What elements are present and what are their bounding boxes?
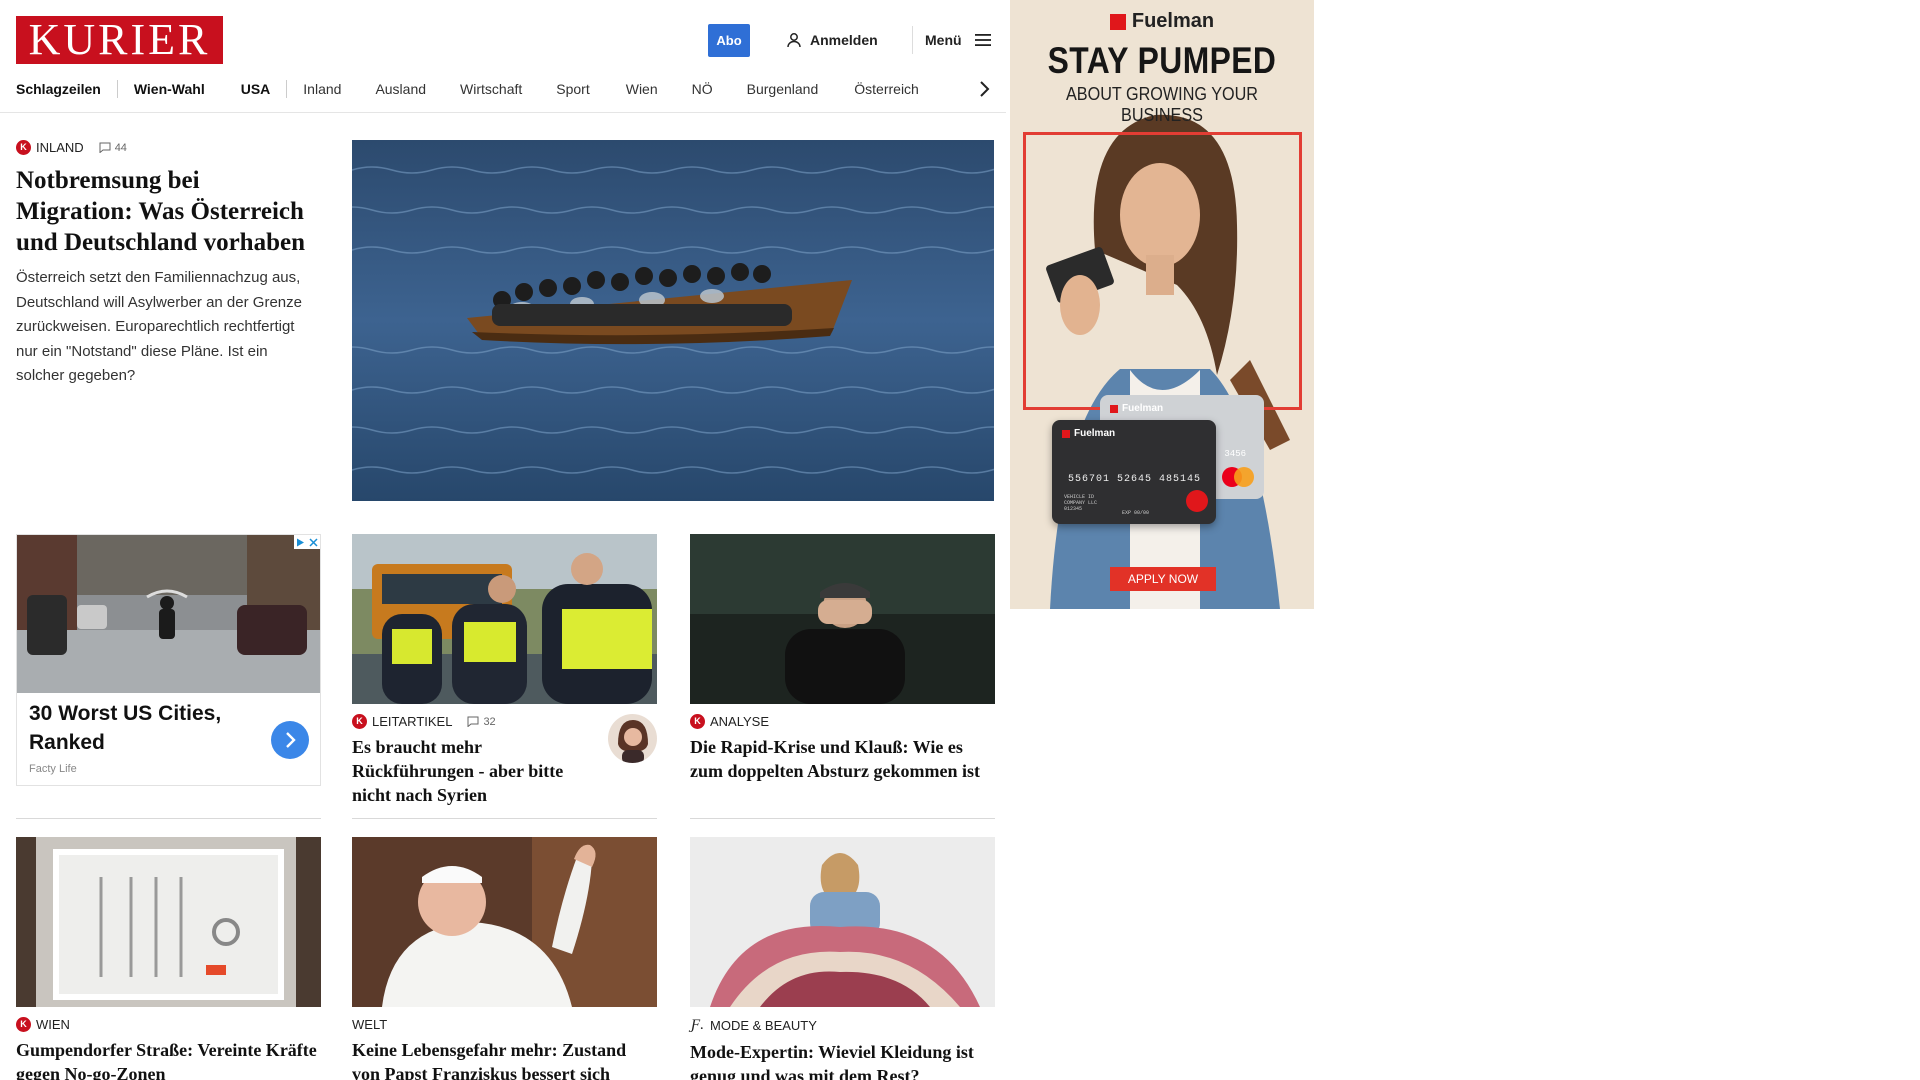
hero-category-row: K INLAND 44 [16, 140, 316, 155]
fuelman-logo-icon [1110, 404, 1118, 413]
ad-headline: STAY PUMPED [1047, 40, 1277, 81]
article-category-row: K WIEN [16, 1017, 321, 1032]
comment-count[interactable]: 44 [99, 142, 127, 154]
nav-item-schlagzeilen[interactable]: Schlagzeilen [16, 81, 101, 97]
nav-scroll-right-icon[interactable] [974, 78, 994, 100]
menu-label: Menü [925, 32, 962, 48]
article-image-football-coach[interactable] [690, 534, 995, 704]
hamburger-icon [974, 34, 991, 46]
fuel-pump-icon [1186, 490, 1208, 512]
nav-divider [116, 80, 118, 98]
ad-brand: Fuelman [1010, 10, 1314, 33]
article-category-row: WELT [352, 1017, 657, 1032]
user-icon [787, 33, 801, 48]
card-line-3: 012345 [1064, 506, 1083, 512]
nav-divider-line [0, 112, 1006, 113]
article-title[interactable]: Mode-Expertin: Wieviel Kleidung ist genu… [690, 1040, 995, 1080]
comment-count-value: 32 [483, 715, 496, 728]
ad-subline: ABOUT GROWING YOUR BUSINESS [1065, 84, 1259, 125]
login-button[interactable]: Anmelden [786, 30, 878, 50]
adchoices-icon[interactable] [296, 538, 305, 547]
nav-item-noe[interactable]: NÖ [692, 81, 713, 97]
article-category[interactable]: MODE & BEAUTY [710, 1018, 817, 1033]
header-divider [912, 26, 913, 54]
fuelman-logo-icon [1109, 13, 1126, 30]
kurier-k-icon: K [16, 140, 31, 155]
card-divider [690, 818, 995, 819]
hero-category[interactable]: INLAND [36, 140, 84, 155]
comment-count[interactable]: 32 [467, 715, 496, 728]
nav-item-inland[interactable]: Inland [303, 81, 341, 97]
card-brand: Fuelman [1074, 428, 1116, 439]
card-number: 556701 52645 485145 [1068, 474, 1202, 485]
ad-brand-name: Fuelman [1131, 10, 1215, 32]
article-category-row: K ANALYSE [690, 714, 995, 729]
author-avatar[interactable] [608, 714, 657, 763]
article-category[interactable]: WELT [352, 1017, 387, 1032]
comment-count-value: 44 [114, 141, 127, 154]
card-divider [16, 818, 321, 819]
article-image-police-border[interactable] [352, 534, 657, 704]
article-category[interactable]: WIEN [36, 1017, 70, 1032]
card-brand: Fuelman [1122, 403, 1164, 414]
fuel-card-front: Fuelman 556701 52645 485145 VEHICLE ID C… [1052, 420, 1216, 524]
article-card[interactable]: ƒ. MODE & BEAUTY Mode-Expertin: Wieviel … [690, 837, 995, 1080]
nav-item-oesterreich[interactable]: Österreich [854, 81, 919, 97]
fuelman-advertisement[interactable]: Fuelman STAY PUMPED ABOUT GROWING YOUR B… [1010, 0, 1314, 609]
article-card[interactable]: K WIEN Gumpendorfer Straße: Vereinte Krä… [16, 837, 321, 1080]
sponsored-title[interactable]: 30 Worst US Cities, Ranked [29, 699, 259, 757]
sponsored-source: Facty Life [29, 763, 77, 775]
article-category[interactable]: LEITARTIKEL [372, 714, 452, 729]
nav-item-wirtschaft[interactable]: Wirtschaft [460, 81, 522, 97]
close-ad-icon[interactable] [309, 537, 318, 547]
card-divider [352, 818, 657, 819]
menu-button[interactable]: Menü [925, 30, 992, 50]
article-title[interactable]: Es braucht mehr Rückführungen - aber bit… [352, 735, 597, 807]
kurier-k-icon: K [352, 714, 367, 729]
ad-choices[interactable] [294, 535, 320, 549]
hero-image-migrant-boat[interactable] [352, 140, 994, 501]
article-title[interactable]: Gumpendorfer Straße: Vereinte Kräfte geg… [16, 1038, 321, 1080]
nav-item-wien[interactable]: Wien [626, 81, 658, 97]
hero-lead-text: Österreich setzt den Familiennachzug aus… [16, 269, 302, 384]
ad-red-frame [1023, 132, 1302, 410]
sponsored-image-flooded-street[interactable] [17, 535, 320, 693]
kurier-k-icon: K [690, 714, 705, 729]
chevron-right-icon [286, 732, 296, 748]
article-card[interactable]: K LEITARTIKEL 32 Es braucht mehr Rückfüh… [352, 534, 657, 807]
comment-icon [99, 142, 111, 153]
abo-button[interactable]: Abo [708, 24, 750, 57]
nav-item-burgenland[interactable]: Burgenland [747, 81, 819, 97]
article-image-pope-francis[interactable] [352, 837, 657, 1007]
hero-headline[interactable]: Notbremsung bei Migration: Was Österreic… [16, 165, 316, 258]
hero-article[interactable]: K INLAND 44 Notbremsung bei Migration: W… [16, 140, 316, 389]
nav-divider [286, 80, 288, 98]
nav-item-sport[interactable]: Sport [556, 81, 589, 97]
mode-beauty-icon: ƒ. [691, 1017, 704, 1033]
sponsored-card[interactable]: 30 Worst US Cities, Ranked Facty Life [16, 534, 321, 786]
article-category-row: ƒ. MODE & BEAUTY [690, 1017, 995, 1034]
article-image-clothes-pile[interactable] [690, 837, 995, 1007]
kurier-k-icon: K [16, 1017, 31, 1032]
card-expiry: EXP 00/00 [1122, 510, 1150, 516]
article-category[interactable]: ANALYSE [710, 714, 769, 729]
main-navigation: Schlagzeilen Wien-Wahl USA Inland Auslan… [16, 78, 994, 100]
comment-icon [467, 716, 479, 727]
article-card[interactable]: WELT Keine Lebensgefahr mehr: Zustand vo… [352, 837, 657, 1080]
nav-item-ausland[interactable]: Ausland [375, 81, 426, 97]
apply-now-button[interactable]: APPLY NOW [1110, 567, 1216, 591]
article-title[interactable]: Die Rapid-Krise und Klauß: Wie es zum do… [690, 735, 995, 783]
sponsored-go-button[interactable] [271, 721, 309, 759]
article-title[interactable]: Keine Lebensgefahr mehr: Zustand von Pap… [352, 1038, 657, 1080]
mastercard-icon [1222, 467, 1256, 487]
nav-item-usa[interactable]: USA [241, 81, 271, 97]
card-extra-number: 3456 [1224, 449, 1246, 459]
nav-item-wien-wahl[interactable]: Wien-Wahl [134, 81, 205, 97]
kurier-logo[interactable]: KURIER [16, 16, 223, 64]
article-card[interactable]: K ANALYSE Die Rapid-Krise und Klauß: Wie… [690, 534, 995, 783]
fuelman-logo-icon [1062, 429, 1070, 438]
article-image-syringe-box[interactable] [16, 837, 321, 1007]
login-label: Anmelden [810, 32, 878, 48]
